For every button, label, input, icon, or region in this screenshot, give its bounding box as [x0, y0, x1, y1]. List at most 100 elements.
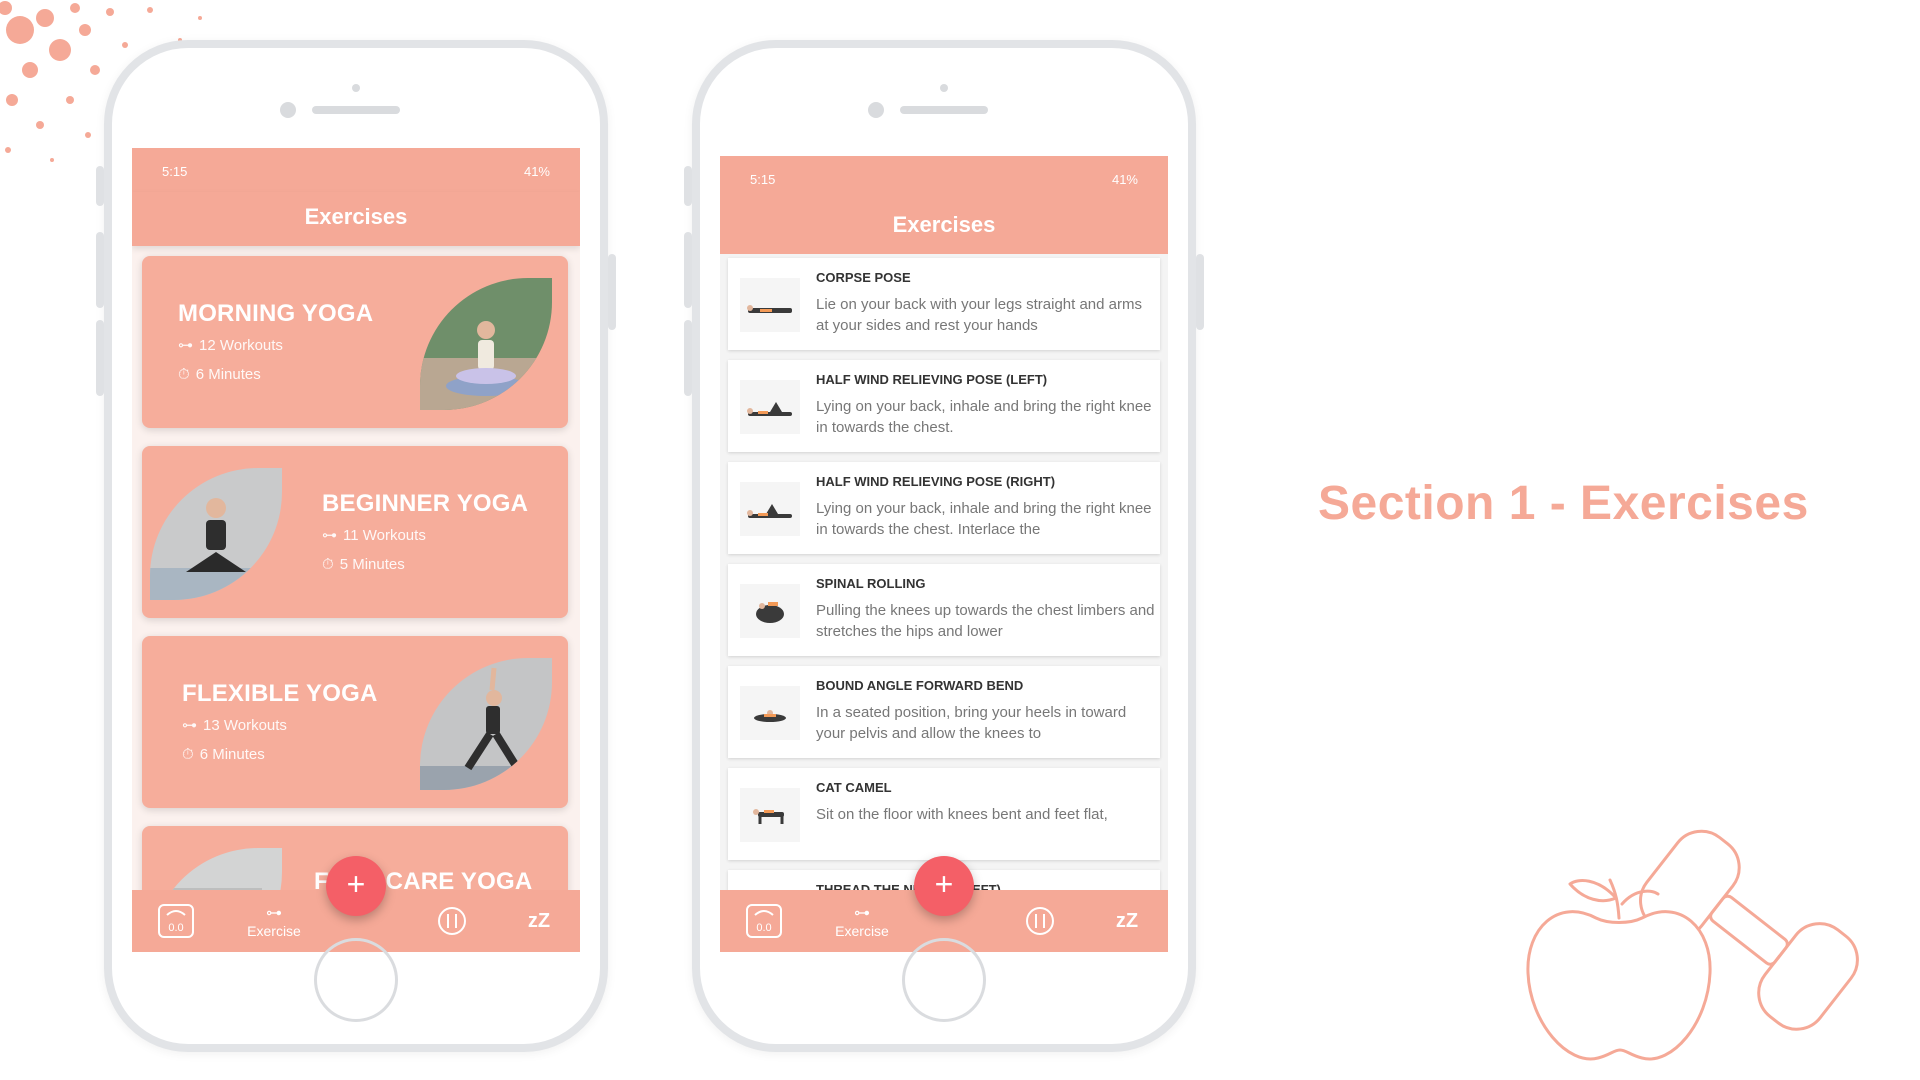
sleep-icon: zZ: [527, 909, 551, 932]
dumbbell-icon: ⊶: [178, 337, 193, 354]
pose-thumbnail: [740, 380, 800, 434]
exercise-item[interactable]: CAT CAMEL Sit on the floor with knees be…: [728, 768, 1160, 860]
duration-text: 6 Minutes: [199, 746, 265, 763]
section-title: Section 1 - Exercises: [1318, 477, 1809, 530]
dumbbell-icon: ⊶: [266, 905, 282, 922]
exercise-name: HALF WIND RELIEVING POSE (RIGHT): [816, 474, 1056, 489]
pose-thumbnail: [740, 788, 800, 842]
app-title: Exercises: [132, 192, 580, 246]
nav-food[interactable]: [430, 890, 474, 952]
dumbbell-icon: ⊶: [182, 717, 197, 734]
home-button: [902, 938, 986, 1022]
exercise-description: Pulling the knees up towards the chest l…: [816, 602, 1155, 640]
status-battery: 41%: [1111, 172, 1138, 187]
dumbbell-icon: ⊶: [322, 527, 337, 544]
nav-exercise-label: Exercise: [835, 923, 889, 939]
status-time: 5:15: [750, 172, 776, 187]
exercise-description: Lying on your back, inhale and bring the…: [816, 398, 1152, 436]
status-battery: 41%: [523, 164, 550, 179]
timer-icon: ⏱: [178, 366, 190, 383]
exercise-description: Lying on your back, inhale and bring the…: [816, 500, 1152, 538]
yoga-photo: [420, 658, 552, 790]
exercise-description: In a seated position, bring your heels i…: [816, 704, 1127, 742]
nav-exercise[interactable]: ⊶ Exercise: [232, 890, 316, 952]
dumbbell-icon: ⊶: [854, 905, 870, 922]
weighing-scale-icon: 0.0: [158, 904, 194, 938]
sleep-icon: zZ: [1115, 909, 1139, 932]
card-workouts: ⊶ 11 Workouts: [322, 526, 426, 545]
volume-up-button: [684, 232, 692, 308]
mute-switch: [96, 166, 104, 206]
volume-down-button: [684, 320, 692, 396]
mute-switch: [684, 166, 692, 206]
duration-text: 6 Minutes: [195, 366, 261, 383]
exercise-name: CAT CAMEL: [816, 780, 892, 795]
card-workouts: ⊶ 13 Workouts: [182, 716, 287, 735]
proximity-sensor: [280, 102, 296, 118]
phone-mockup-left: 5:15 41% Exercises MORNING YOGA ⊶ 12 Wor…: [96, 40, 616, 1052]
apple-dumbbell-icon: [1526, 829, 1859, 1061]
card-workouts: ⊶ 12 Workouts: [178, 336, 283, 355]
add-button[interactable]: +: [326, 856, 386, 916]
front-camera: [352, 84, 360, 92]
exercise-name: BOUND ANGLE FORWARD BEND: [816, 678, 1024, 693]
earpiece-speaker: [900, 106, 988, 114]
workouts-count: 12 Workouts: [199, 336, 283, 354]
status-bar: 5:15 41%: [720, 156, 1168, 200]
workouts-count: 11 Workouts: [343, 526, 426, 544]
proximity-sensor: [868, 102, 884, 118]
nav-exercise[interactable]: ⊶ Exercise: [820, 890, 904, 952]
earpiece-speaker: [312, 106, 400, 114]
pose-thumbnail: [740, 686, 800, 740]
add-button[interactable]: +: [914, 856, 974, 916]
exercise-item[interactable]: HALF WIND RELIEVING POSE (LEFT) Lying on…: [728, 360, 1160, 452]
card-title: MORNING YOGA: [178, 300, 374, 327]
nav-sleep[interactable]: zZ: [514, 890, 564, 952]
nav-sleep[interactable]: zZ: [1102, 890, 1152, 952]
status-bar: 5:15 41%: [132, 148, 580, 192]
svg-text:0.0: 0.0: [168, 922, 183, 934]
exercise-item[interactable]: BOUND ANGLE FORWARD BEND In a seated pos…: [728, 666, 1160, 758]
workouts-count: 13 Workouts: [203, 716, 287, 734]
card-title: BEGINNER YOGA: [322, 490, 529, 517]
volume-up-button: [96, 232, 104, 308]
power-button: [608, 254, 616, 330]
exercise-name: CORPSE POSE: [816, 270, 911, 285]
card-duration: ⏱ 6 Minutes: [182, 746, 265, 763]
pose-thumbnail: [740, 278, 800, 332]
status-time: 5:15: [162, 164, 188, 179]
app-screen: 5:15 41% Exercises CORPSE POSE Lie on yo…: [720, 156, 1168, 952]
exercise-description: Sit on the floor with knees bent and fee…: [816, 806, 1108, 823]
workout-card-flexible-yoga[interactable]: FLEXIBLE YOGA ⊶ 13 Workouts ⏱ 6 Minutes: [142, 636, 568, 808]
timer-icon: ⏱: [322, 556, 334, 573]
app-title: Exercises: [720, 200, 1168, 254]
fork-knife-icon: [438, 907, 466, 935]
exercise-name: SPINAL ROLLING: [816, 576, 926, 591]
card-title: FLEXIBLE YOGA: [182, 680, 378, 707]
card-duration: ⏱ 5 Minutes: [322, 556, 405, 573]
nav-scale[interactable]: 0.0: [154, 890, 198, 952]
power-button: [1196, 254, 1204, 330]
fork-knife-icon: [1026, 907, 1054, 935]
pose-thumbnail: [740, 482, 800, 536]
exercise-name: HALF WIND RELIEVING POSE (LEFT): [816, 372, 1048, 387]
exercise-list: CORPSE POSE Lie on your back with your l…: [728, 258, 1160, 952]
front-camera: [940, 84, 948, 92]
svg-text:0.0: 0.0: [756, 922, 771, 934]
duration-text: 5 Minutes: [339, 556, 405, 573]
pose-thumbnail: [740, 584, 800, 638]
volume-down-button: [96, 320, 104, 396]
exercise-item[interactable]: CORPSE POSE Lie on your back with your l…: [728, 258, 1160, 350]
workout-card-beginner-yoga[interactable]: BEGINNER YOGA ⊶ 11 Workouts ⏱ 5 Minutes: [142, 446, 568, 618]
weighing-scale-icon: 0.0: [746, 904, 782, 938]
card-duration: ⏱ 6 Minutes: [178, 366, 261, 383]
exercise-description: Lie on your back with your legs straight…: [816, 296, 1142, 334]
timer-icon: ⏱: [182, 746, 194, 763]
nav-scale[interactable]: 0.0: [742, 890, 786, 952]
exercise-item[interactable]: HALF WIND RELIEVING POSE (RIGHT) Lying o…: [728, 462, 1160, 554]
app-screen: 5:15 41% Exercises MORNING YOGA ⊶ 12 Wor…: [132, 148, 580, 952]
workout-card-morning-yoga[interactable]: MORNING YOGA ⊶ 12 Workouts ⏱ 6 Minutes: [142, 256, 568, 428]
yoga-photo: [150, 468, 282, 600]
nav-food[interactable]: [1018, 890, 1062, 952]
exercise-item[interactable]: SPINAL ROLLING Pulling the knees up towa…: [728, 564, 1160, 656]
